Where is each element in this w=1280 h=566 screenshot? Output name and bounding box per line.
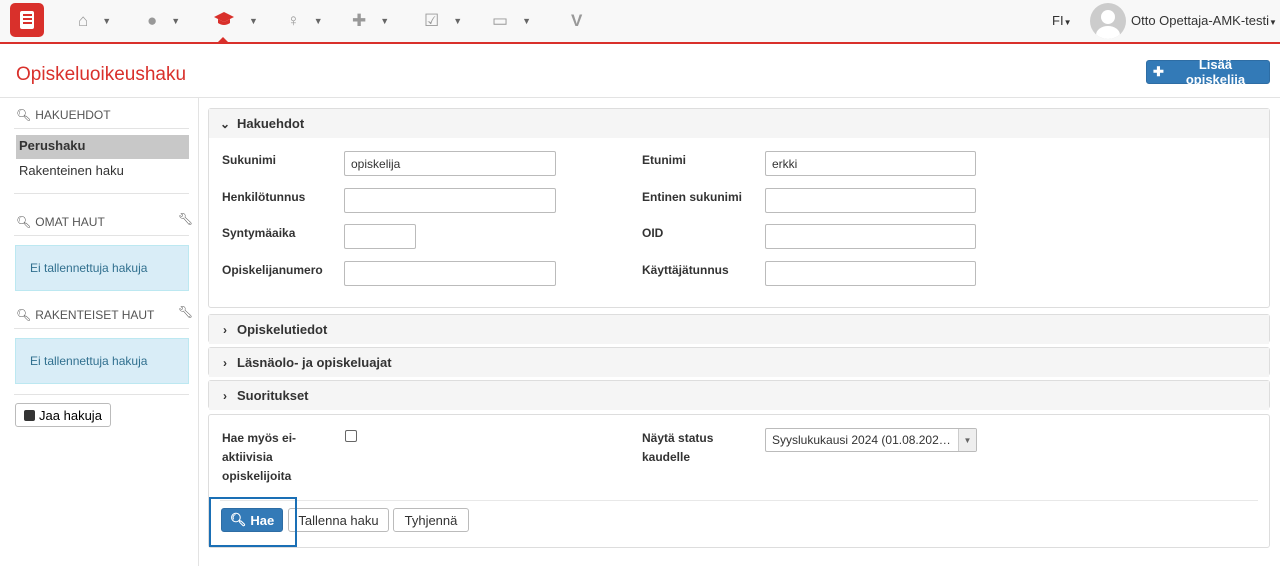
panel-opiskelutiedot[interactable]: › Opiskelutiedot <box>208 314 1270 344</box>
label-sukunimi: Sukunimi <box>222 153 277 167</box>
sidebar-criteria-heading: 🔍︎ HAKUEHDOT <box>16 108 111 122</box>
chevron-down-icon: ▼ <box>453 16 463 26</box>
panel-lasnaolo-header: › Läsnäolo- ja opiskeluajat <box>209 348 1269 377</box>
top-navbar: ⌂ ▼ ● ▼ ▼ ♀ ▼ ✚ ▼ ☑ ▼ ▭ ▼ V FI▼ Otto Opettaja-… <box>0 0 1280 44</box>
chevron-down-icon: ▼ <box>102 16 112 26</box>
henkilotunnus-input[interactable] <box>344 188 556 213</box>
nav-home[interactable]: ⌂ ▼ <box>78 10 111 32</box>
oid-input[interactable] <box>765 224 976 249</box>
label-henkilotunnus: Henkilötunnus <box>222 190 306 204</box>
sukunimi-input[interactable] <box>344 151 556 176</box>
user-menu[interactable]: Otto Opettaja-AMK-testi▼ <box>1131 13 1277 28</box>
divider <box>14 128 189 129</box>
opiskelijanumero-input[interactable] <box>344 261 556 286</box>
label-kayttajatunnus: Käyttäjätunnus <box>642 263 729 277</box>
calendar-icon: ▭ <box>492 11 509 30</box>
plus-icon: ✚ <box>1153 64 1164 79</box>
panel-lasnaolo[interactable]: › Läsnäolo- ja opiskeluajat <box>208 347 1270 377</box>
nav-calendar[interactable]: ▭ ▼ <box>492 10 531 32</box>
sidebar-item-perushaku[interactable]: Perushaku <box>16 135 189 159</box>
v-icon: V <box>571 11 583 30</box>
save-search-button[interactable]: Tallenna haku <box>288 508 389 532</box>
divider <box>14 235 189 236</box>
wrench-icon[interactable]: 🔧︎ <box>178 212 193 226</box>
chevron-down-icon: ⌄ <box>219 116 231 131</box>
chevron-down-icon: ▼ <box>380 16 390 26</box>
etunimi-input[interactable] <box>765 151 976 176</box>
divider <box>14 193 189 194</box>
sidebar-item-rakenteinen-haku[interactable]: Rakenteinen haku <box>16 160 189 184</box>
avatar[interactable] <box>1090 3 1126 39</box>
chevron-down-icon: ▼ <box>249 16 258 26</box>
label-syntymaaika: Syntymäaika <box>222 226 296 240</box>
language-selector[interactable]: FI▼ <box>1052 13 1071 28</box>
nav-v[interactable]: V <box>571 10 582 32</box>
nav-tasks[interactable]: ☑ ▼ <box>424 10 462 32</box>
label-oid: OID <box>642 226 664 240</box>
checkbox-icon: ☑ <box>424 11 440 30</box>
divider <box>220 500 1258 501</box>
nav-user[interactable]: ● ▼ <box>147 10 180 32</box>
lightbulb-icon: ♀ <box>287 11 300 30</box>
chevron-down-icon: ▼ <box>1063 18 1072 27</box>
sidebar-own-searches-heading: 🔍︎ OMAT HAUT <box>16 215 105 229</box>
label-etunimi: Etunimi <box>642 153 686 167</box>
search-icon: 🔍︎ <box>16 215 32 229</box>
sidebar: 🔍︎ HAKUEHDOT Perushaku Rakenteinen haku 🔍… <box>0 98 199 566</box>
chevron-right-icon: › <box>223 355 227 370</box>
divider <box>14 328 189 329</box>
share-icon <box>24 409 36 421</box>
inactive-students-checkbox[interactable] <box>345 430 357 442</box>
add-student-button[interactable]: ✚ Lisää opiskelija <box>1146 57 1270 87</box>
structured-searches-empty-info: Ei tallennettuja hakuja <box>15 338 189 384</box>
search-icon: 🔍︎ <box>16 108 32 122</box>
panel-opiskelutiedot-header: › Opiskelutiedot <box>209 315 1269 344</box>
active-nav-indicator <box>217 37 229 43</box>
divider <box>14 394 189 395</box>
clear-button[interactable]: Tyhjennä <box>393 508 469 532</box>
chevron-down-icon: ▼ <box>313 16 323 26</box>
label-inactive-students: Hae myös ei- aktiivisia opiskelijoita <box>222 431 297 483</box>
chevron-right-icon: › <box>223 388 227 403</box>
panel-suoritukset[interactable]: › Suoritukset <box>208 380 1270 410</box>
user-icon: ● <box>147 11 158 30</box>
nav-ideas[interactable]: ♀ ▼ <box>287 10 323 32</box>
search-criteria-panel-header[interactable]: ⌄ Hakuehdot <box>209 109 1269 138</box>
chevron-down-icon: ▼ <box>522 16 531 26</box>
kayttajatunnus-input[interactable] <box>765 261 976 286</box>
sidebar-structured-heading: 🔍︎ RAKENTEISET HAUT <box>16 308 155 322</box>
panel-suoritukset-header: › Suoritukset <box>209 381 1269 410</box>
chevron-down-icon: ▼ <box>1269 18 1277 27</box>
status-term-select[interactable]: Syyslukukausi 2024 (01.08.202… ▼ <box>765 428 977 452</box>
label-opiskelijanumero: Opiskelijanumero <box>222 263 323 277</box>
graduation-cap-icon <box>213 10 235 33</box>
nav-studies[interactable]: ▼ <box>213 10 258 32</box>
nav-modules[interactable]: ✚ ▼ <box>352 10 389 32</box>
home-icon: ⌂ <box>78 11 89 30</box>
chevron-down-icon: ▼ <box>171 16 181 26</box>
syntymaaika-input[interactable] <box>344 224 416 249</box>
chevron-right-icon: › <box>223 322 227 337</box>
puzzle-icon: ✚ <box>352 11 367 30</box>
label-status-term: Näytä status kaudelle <box>642 431 714 464</box>
wrench-icon[interactable]: 🔧︎ <box>178 305 193 319</box>
app-logo[interactable] <box>10 3 44 37</box>
entinen-sukunimi-input[interactable] <box>765 188 976 213</box>
share-searches-button[interactable]: Jaa hakuja <box>15 403 111 427</box>
search-icon: 🔍︎ <box>16 308 32 322</box>
chevron-down-icon: ▼ <box>958 429 976 451</box>
own-searches-empty-info: Ei tallennettuja hakuja <box>15 245 189 291</box>
highlight-outline <box>209 497 297 547</box>
label-entinen-sukunimi: Entinen sukunimi <box>642 190 743 204</box>
book-icon <box>20 11 34 29</box>
page-title: Opiskeluoikeushaku <box>16 64 187 85</box>
